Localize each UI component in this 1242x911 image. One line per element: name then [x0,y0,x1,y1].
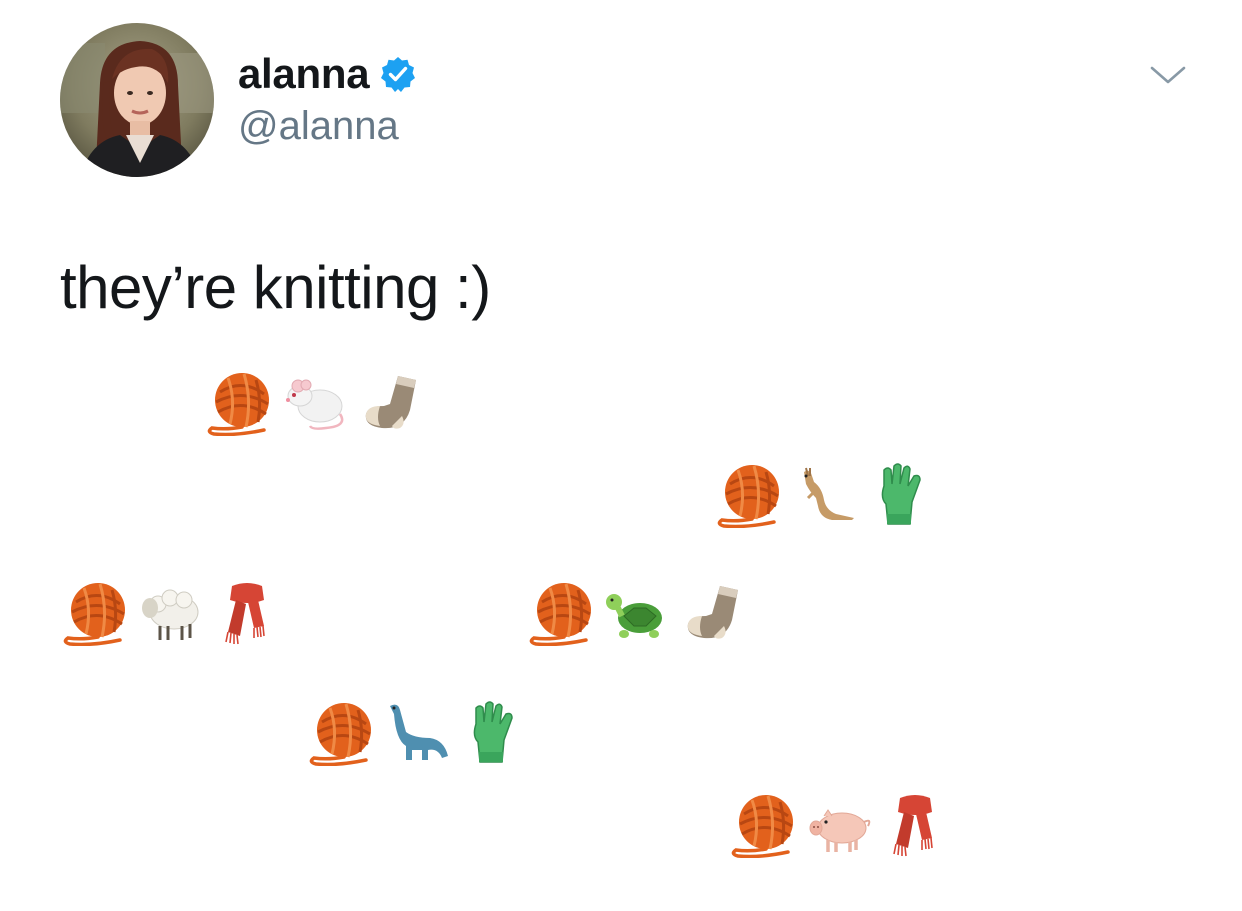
sauropod-icon [384,700,450,766]
emoji-row [308,700,536,766]
yarn-icon [62,580,128,646]
tweet-text: they’re knitting :) [60,254,491,321]
yarn-icon [528,580,594,646]
turtle-icon [604,580,670,646]
user-handle[interactable]: @alanna [238,104,399,148]
gloves-icon [868,462,934,528]
verified-badge-icon [381,57,416,92]
sheep-icon [138,580,204,646]
display-name-row[interactable]: alanna [238,46,417,102]
avatar-photo [60,23,214,177]
emoji-row [206,370,434,436]
kangaroo-icon [792,462,858,528]
tweet-card: alanna @alanna they’re knitting :) [0,0,1242,911]
rat-icon [282,370,348,436]
gloves-icon [460,700,526,766]
yarn-icon [206,370,272,436]
emoji-row [716,462,944,528]
emoji-row [62,580,290,646]
yarn-icon [730,792,796,858]
emoji-row [730,792,958,858]
yarn-icon [716,462,782,528]
sock-icon [680,580,746,646]
scarf-icon [214,580,280,646]
emoji-row [528,580,756,646]
display-name[interactable]: alanna [238,53,370,95]
yarn-icon [308,700,374,766]
chevron-down-icon[interactable] [1148,56,1188,96]
pig-icon [806,792,872,858]
sock-icon [358,370,424,436]
scarf-icon [882,792,948,858]
avatar[interactable] [60,23,214,177]
